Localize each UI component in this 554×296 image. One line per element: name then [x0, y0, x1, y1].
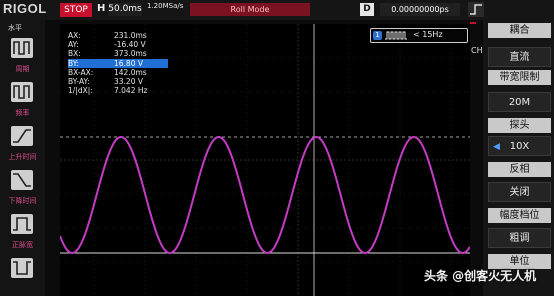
bandwidth-button[interactable]: 20M: [488, 92, 551, 112]
amplitude-value: 粗调: [509, 233, 530, 244]
measure-item-label: 正脉宽: [12, 241, 33, 249]
acquisition-mode: Roll Mode: [190, 3, 310, 16]
invert-button[interactable]: 关闭: [488, 182, 551, 202]
measurement-row-selected[interactable]: BY: 16.80 V: [68, 58, 168, 68]
sidebar-header: 水平: [8, 24, 22, 32]
cursor-measurements: AX: 231.0ms AY: -16.40 V BX: 373.0ms BY: 16.…: [68, 31, 168, 95]
channel-tag: CH1: [471, 46, 488, 55]
measure-item-label: 下降时间: [8, 197, 37, 205]
channel-menu: 耦合 直流 带宽限制 20M 探头 ◀ 10X 反相 关闭 幅度档位 粗调 单位: [483, 20, 554, 296]
coupling-label: 耦合: [488, 23, 551, 38]
measurement-row: BY-AY: 33.20 V: [68, 77, 168, 86]
status-bar: RIGOL STOP H 50.0ms 1.20MSa/s Roll Mode …: [0, 0, 554, 20]
measurement-value: 16.80 V: [114, 58, 143, 68]
timebase-value[interactable]: 50.0ms: [108, 3, 142, 16]
measurement-key: BY-AY:: [68, 76, 90, 86]
probe-adjust-icon: ◀: [493, 142, 500, 152]
rise-time-icon: [11, 126, 33, 146]
timebase-label: H: [97, 3, 106, 14]
delay-value[interactable]: 0.00000000ps: [380, 3, 460, 16]
fall-time-icon: [11, 170, 33, 190]
run-stop-indicator[interactable]: STOP: [60, 3, 92, 17]
measurement-row: 1/|dX|: 7.042 Hz: [68, 86, 168, 95]
amplitude-button[interactable]: 粗调: [488, 228, 551, 248]
measurement-key: BY:: [68, 58, 79, 68]
measurement-key: 1/|dX|:: [68, 86, 93, 96]
frequency-icon: [11, 82, 33, 102]
amplitude-label: 幅度档位: [488, 208, 551, 223]
coupling-value: 直流: [509, 52, 530, 63]
measurement-value: -16.40 V: [114, 40, 146, 50]
probe-label: 探头: [488, 118, 551, 133]
measurement-key: BX:: [68, 49, 81, 59]
measure-item-label: 周期: [15, 65, 30, 73]
watermark: 头条 @创客火无人机: [424, 269, 537, 283]
measurement-value: 33.20 V: [114, 76, 143, 86]
measurement-key: AX:: [68, 31, 81, 40]
measurement-key: BX-AX:: [68, 67, 94, 77]
delay-label: D: [360, 3, 374, 16]
trigger-frequency-text: < 15Hz: [413, 30, 443, 39]
sample-rate-value: 1.20MSa/s: [147, 2, 184, 10]
probe-button[interactable]: ◀ 10X: [488, 136, 551, 156]
measure-item-label: 频率: [15, 109, 30, 117]
measurement-row: AY: -16.40 V: [68, 40, 168, 49]
measurement-row: AX: 231.0ms: [68, 31, 168, 40]
trigger-frequency-box[interactable]: 1 < 15Hz: [370, 28, 468, 43]
measurement-value: 373.0ms: [114, 49, 147, 59]
ch1-waveform: [60, 135, 470, 255]
trigger-position-marker: [470, 22, 476, 24]
invert-value: 关闭: [509, 187, 530, 198]
positive-width-icon: [11, 214, 33, 234]
bandwidth-value: 20M: [508, 97, 531, 108]
pulse-train-icon: [385, 31, 407, 40]
channel-1-icon: 1: [373, 31, 382, 40]
measurement-value: 142.0ms: [114, 67, 147, 77]
measurement-key: AY:: [68, 40, 79, 50]
measure-sidebar: 水平 周期 频率 上升时间 下降时间 正脉宽: [0, 20, 45, 296]
trigger-edge-icon: [468, 2, 484, 17]
sample-rate: 1.20MSa/s: [147, 2, 183, 10]
brand-logo: RIGOL: [3, 1, 47, 16]
measurement-row: BX-AX: 142.0ms: [68, 68, 168, 77]
invert-label: 反相: [488, 162, 551, 177]
measurement-value: 7.042 Hz: [114, 86, 148, 96]
period-icon: [11, 38, 33, 58]
measurement-value: 231.0ms: [114, 31, 147, 40]
measurement-row: BX: 373.0ms: [68, 49, 168, 58]
bandwidth-label: 带宽限制: [488, 70, 551, 85]
coupling-button[interactable]: 直流: [488, 47, 551, 67]
measure-item-label: 上升时间: [8, 153, 37, 161]
probe-value: 10X: [509, 141, 530, 152]
negative-width-icon: [11, 258, 33, 278]
